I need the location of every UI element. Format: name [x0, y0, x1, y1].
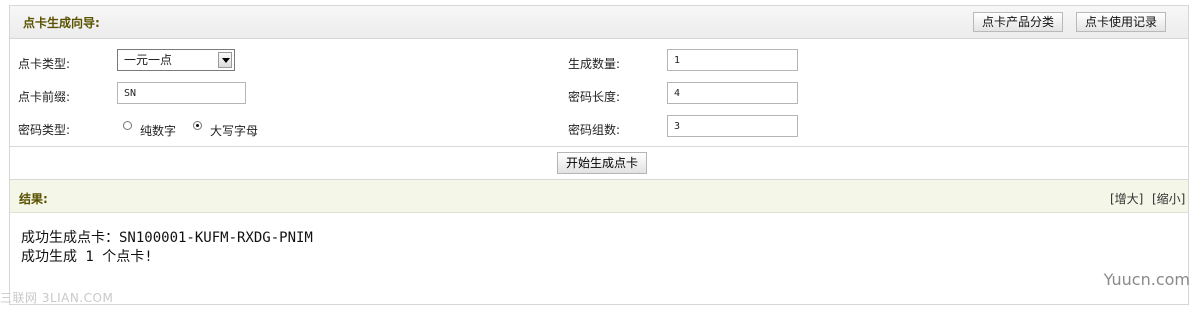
- card-generator-panel: 点卡生成向导: 点卡产品分类 点卡使用记录 点卡类型: 一元一点 点卡前缀: 密…: [9, 5, 1189, 305]
- card-prefix-input[interactable]: [117, 82, 246, 104]
- radio-uppercase[interactable]: [193, 121, 202, 130]
- form-divider: [10, 146, 1188, 147]
- radio-digits-label: 纯数字: [140, 124, 177, 138]
- zoom-out-link[interactable]: [缩小]: [1152, 190, 1185, 207]
- card-categories-button[interactable]: 点卡产品分类: [973, 12, 1064, 32]
- result-line: 成功生成点卡：SN100001-KUFM-RXDG-PNIM: [21, 230, 313, 246]
- password-type-label: 密码类型:: [18, 123, 71, 137]
- chevron-down-icon[interactable]: [218, 52, 232, 68]
- quantity-input[interactable]: [667, 49, 798, 71]
- password-length-label: 密码长度:: [568, 90, 621, 104]
- zoom-in-link[interactable]: [增大]: [1110, 190, 1143, 207]
- watermark-left: 三联网 3LIAN.COM: [0, 291, 114, 305]
- password-groups-input[interactable]: [667, 115, 798, 137]
- card-prefix-label: 点卡前缀:: [18, 90, 71, 104]
- quantity-label: 生成数量:: [568, 57, 621, 71]
- result-line: 成功生成 1 个点卡!: [21, 249, 153, 265]
- start-generate-button[interactable]: 开始生成点卡: [557, 152, 648, 174]
- password-groups-label: 密码组数:: [568, 123, 621, 137]
- card-type-selected-value: 一元一点: [124, 53, 173, 67]
- panel-header: 点卡生成向导: 点卡产品分类 点卡使用记录: [10, 6, 1188, 39]
- card-type-label: 点卡类型:: [18, 57, 71, 71]
- result-title: 结果:: [19, 192, 48, 206]
- password-length-input[interactable]: [667, 82, 798, 104]
- radio-digits[interactable]: [123, 121, 132, 130]
- radio-uppercase-label: 大写字母: [210, 124, 259, 138]
- panel-title: 点卡生成向导:: [23, 16, 100, 30]
- watermark-right: Yuucn.com: [1103, 270, 1190, 289]
- result-header: 结果: [增大] [缩小]: [10, 179, 1188, 213]
- card-usage-log-button[interactable]: 点卡使用记录: [1076, 12, 1167, 32]
- card-type-select[interactable]: 一元一点: [117, 49, 235, 71]
